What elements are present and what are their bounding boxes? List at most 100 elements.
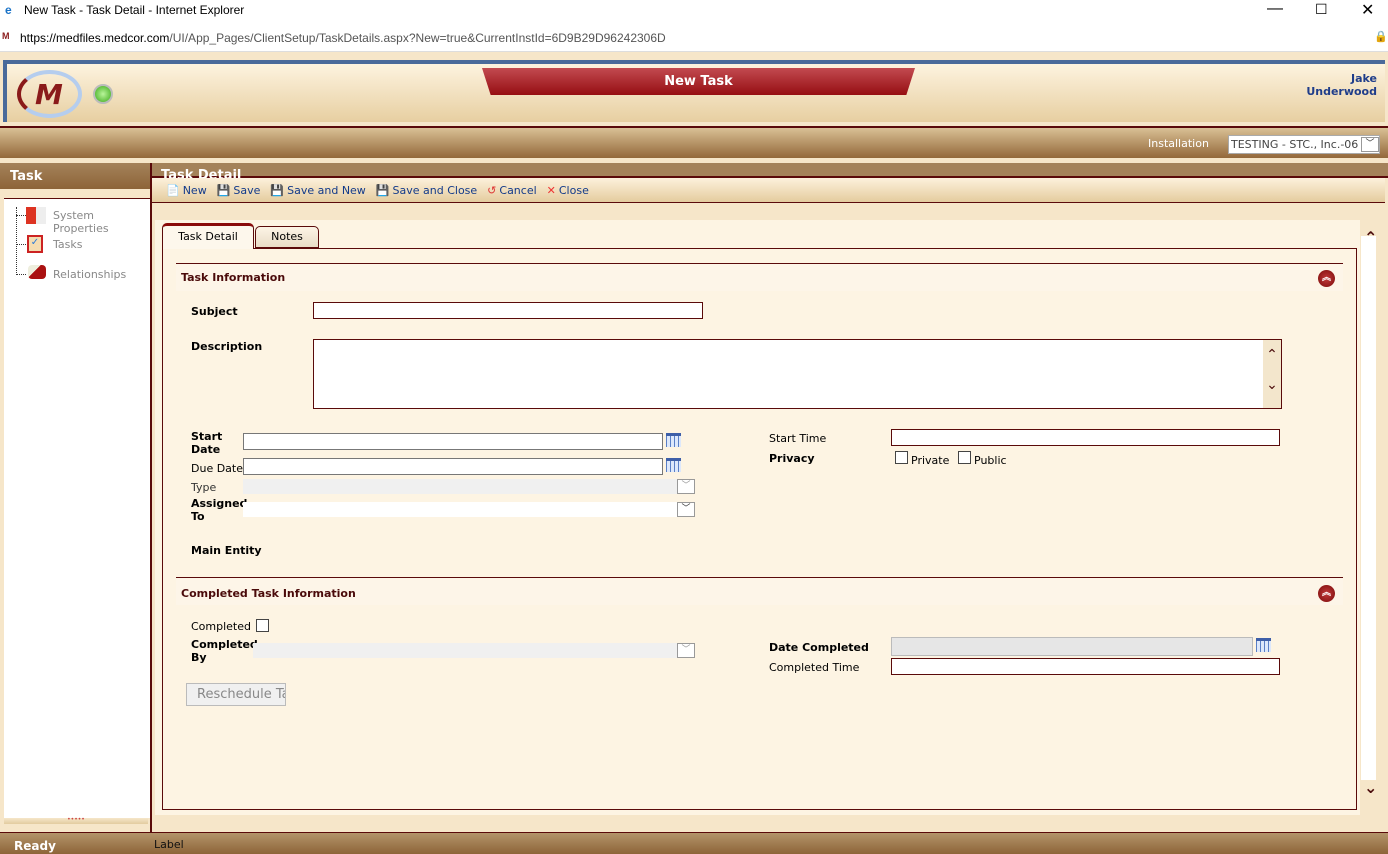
save-new-label: Save and New xyxy=(287,183,366,197)
save-new-icon: 💾 xyxy=(270,183,285,197)
description-textarea[interactable]: ⌃ ⌄ xyxy=(313,339,1282,409)
scroll-up-icon[interactable]: ⌃ xyxy=(1364,228,1377,247)
completed-label: Completed xyxy=(191,620,251,633)
start-date-input[interactable] xyxy=(243,433,663,450)
chevron-down-icon[interactable]: ﹀ xyxy=(1361,137,1379,152)
save-icon: 💾 xyxy=(216,183,231,197)
close-label: Close xyxy=(558,183,589,197)
window-title: New Task - Task Detail - Internet Explor… xyxy=(24,3,245,17)
sidebar-item-system-properties[interactable]: System Properties xyxy=(53,209,150,235)
save-label: Save xyxy=(233,183,261,197)
public-label: Public xyxy=(974,454,1007,467)
calendar-icon[interactable] xyxy=(666,458,681,472)
sidebar-item-relationships[interactable]: Relationships xyxy=(53,268,126,281)
ie-icon: e xyxy=(5,3,12,17)
start-date-label: Start Date xyxy=(191,430,223,456)
due-date-label: Due Date xyxy=(191,462,243,475)
task-information-header: Task Information ︽ xyxy=(176,263,1343,291)
close-button[interactable]: ✕ Close xyxy=(547,183,589,197)
tab-panel xyxy=(162,248,1357,810)
chevron-down-icon[interactable]: ﹀ xyxy=(677,502,695,517)
reschedule-task-button[interactable]: Reschedule Ta xyxy=(186,683,286,706)
status-light-icon xyxy=(93,84,113,104)
installation-label: Installation xyxy=(1148,137,1209,150)
save-and-close-button[interactable]: 💾 Save and Close xyxy=(376,183,477,197)
save-close-icon: 💾 xyxy=(375,183,390,197)
site-icon: M xyxy=(2,31,10,41)
save-and-new-button[interactable]: 💾 Save and New xyxy=(270,183,365,197)
cancel-label: Cancel xyxy=(499,183,537,197)
date-completed-input[interactable] xyxy=(891,637,1253,656)
completed-task-header: Completed Task Information ︽ xyxy=(176,577,1343,605)
url-path: /UI/App_Pages/ClientSetup/TaskDetails.as… xyxy=(169,31,666,45)
user-first-name: Jake xyxy=(1351,72,1377,85)
calendar-icon[interactable] xyxy=(666,433,681,447)
main-entity-label: Main Entity xyxy=(191,544,262,557)
collapse-icon[interactable]: ︽ xyxy=(1318,270,1335,287)
public-checkbox[interactable] xyxy=(958,451,971,464)
lock-icon: 🔒 xyxy=(1374,31,1388,43)
start-time-label: Start Time xyxy=(769,432,827,445)
privacy-label: Privacy xyxy=(769,452,815,465)
sidebar-tree: System Properties ✓ Tasks Relationships xyxy=(4,198,150,818)
close-icon: ✕ xyxy=(546,183,556,197)
maximize-button[interactable]: ☐ xyxy=(1315,1,1328,18)
description-scrollbar[interactable]: ⌃ ⌄ xyxy=(1263,340,1281,408)
url-host: https://medfiles.medcor.com xyxy=(20,31,170,45)
assigned-to-label: Assigned To xyxy=(191,497,248,523)
medcor-logo: M xyxy=(17,70,82,118)
tab-task-detail[interactable]: Task Detail xyxy=(162,223,254,249)
sidebar-item-tasks[interactable]: Tasks xyxy=(53,238,82,251)
main-title: Task Detail xyxy=(161,169,242,178)
close-window-button[interactable]: ✕ xyxy=(1361,0,1374,20)
status-ready: Ready xyxy=(14,839,56,853)
installation-select[interactable]: TESTING - STC., Inc.-0603 ﹀ xyxy=(1228,135,1380,154)
sidebar-resize-handle[interactable]: ••••• xyxy=(4,817,148,824)
chevron-down-icon[interactable]: ﹀ xyxy=(677,643,695,658)
completed-checkbox[interactable] xyxy=(256,619,269,632)
private-checkbox[interactable] xyxy=(895,451,908,464)
completed-time-input[interactable] xyxy=(891,658,1280,675)
user-last-name[interactable]: Underwood xyxy=(1306,85,1377,98)
completed-time-label: Completed Time xyxy=(769,661,860,674)
collapse-icon[interactable]: ︽ xyxy=(1318,585,1335,602)
tab-notes[interactable]: Notes xyxy=(255,226,319,248)
description-label: Description xyxy=(191,340,263,353)
chevron-down-icon[interactable]: ﹀ xyxy=(677,479,695,494)
private-label: Private xyxy=(911,454,950,467)
subject-input[interactable] xyxy=(313,302,703,319)
tasks-icon: ✓ xyxy=(27,235,43,253)
task-information-title: Task Information xyxy=(181,271,286,284)
new-button[interactable]: 📄 New xyxy=(166,183,207,197)
completed-by-select[interactable]: ﹀ xyxy=(253,643,695,658)
page-scrollbar[interactable]: ⌃ ⌄ xyxy=(1360,226,1385,806)
system-properties-icon xyxy=(26,207,46,224)
due-date-input[interactable] xyxy=(243,458,663,475)
new-label: New xyxy=(182,183,207,197)
installation-bar: Installation TESTING - STC., Inc.-0603 ﹀ xyxy=(0,126,1388,158)
assigned-to-select[interactable]: ﹀ xyxy=(243,502,695,517)
date-completed-label: Date Completed xyxy=(769,641,869,654)
completed-task-title: Completed Task Information xyxy=(181,587,356,600)
start-time-input[interactable] xyxy=(891,429,1280,446)
scroll-down-icon[interactable]: ⌄ xyxy=(1364,778,1377,797)
new-icon: 📄 xyxy=(166,183,180,197)
type-label: Type xyxy=(191,481,217,494)
save-button[interactable]: 💾 Save xyxy=(217,183,261,197)
sidebar-title: Task xyxy=(0,163,150,189)
type-select[interactable]: ﹀ xyxy=(243,479,695,494)
status-label: Label xyxy=(154,838,184,851)
installation-value: TESTING - STC., Inc.-0603 xyxy=(1231,138,1359,151)
toolbar: 📄 New 💾 Save 💾 Save and New 💾 Save and Close… xyxy=(152,178,1385,203)
page-title: New Task xyxy=(482,68,915,95)
cancel-button[interactable]: ↺ Cancel xyxy=(487,183,536,197)
cancel-icon: ↺ xyxy=(487,183,497,197)
status-bar: Ready Label xyxy=(0,832,1388,854)
calendar-icon[interactable] xyxy=(1256,638,1271,652)
window-titlebar: e New Task - Task Detail - Internet Expl… xyxy=(0,0,1388,22)
relationships-icon xyxy=(28,265,46,279)
completed-by-label: Completed By xyxy=(191,638,258,664)
minimize-button[interactable]: — xyxy=(1267,0,1283,18)
address-bar[interactable]: M https://medfiles.medcor.com/UI/App_Pag… xyxy=(0,22,1388,52)
save-close-label: Save and Close xyxy=(392,183,478,197)
